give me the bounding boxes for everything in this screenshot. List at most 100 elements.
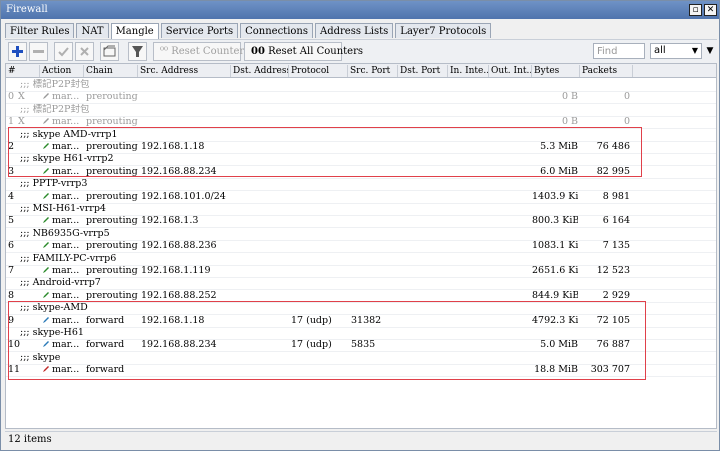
enable-button[interactable] <box>54 42 73 61</box>
comment-row[interactable]: ;;; 標記P2P封包 <box>6 104 716 116</box>
rule-action: mar... <box>52 289 80 301</box>
rule-comment: ;;; Android-vrrp7 <box>20 277 101 289</box>
rules-table: # Action Chain Src. Address Dst. Address… <box>5 63 717 429</box>
comment-row[interactable]: ;;; NB6935G-vrrp5 <box>6 228 716 240</box>
toolbar: ⁰⁰ Reset Counters 00 Reset All Counters … <box>5 39 717 63</box>
rule-action: mar... <box>52 116 80 128</box>
rule-comment: ;;; NB6935G-vrrp5 <box>20 227 110 239</box>
rule-packets: 2 929 <box>602 289 630 301</box>
rule-bytes: 1403.9 KiB <box>532 190 578 202</box>
funnel-icon <box>132 46 143 57</box>
col-out-interface[interactable]: Out. Int... <box>489 65 532 77</box>
check-icon <box>58 47 69 57</box>
rule-src-port <box>351 215 397 227</box>
close-button[interactable]: ✕ <box>704 4 717 16</box>
rule-comment: ;;; FAMILY-PC-vrrp6 <box>20 252 117 264</box>
find-input[interactable] <box>593 43 645 59</box>
col-dst-port[interactable]: Dst. Port <box>398 65 448 77</box>
plus-icon <box>12 46 23 57</box>
rule-comment: ;;; PPTP-vrrp3 <box>20 178 88 190</box>
filter-button[interactable] <box>128 42 147 61</box>
col-in-interface[interactable]: In. Inte... <box>448 65 489 77</box>
rule-action: mar... <box>52 240 80 252</box>
table-row[interactable]: 6mar...prerouting192.168.88.2361083.1 Ki… <box>6 240 716 252</box>
reset-all-icon: 00 <box>251 46 265 57</box>
rule-src-address: 192.168.88.236 <box>141 240 217 252</box>
col-chain[interactable]: Chain <box>84 65 138 77</box>
pencil-icon <box>42 92 50 100</box>
reset-all-counters-button[interactable]: 00 Reset All Counters <box>244 42 363 61</box>
col-protocol[interactable]: Protocol <box>289 65 348 77</box>
rule-src-address: 192.168.101.0/24 <box>141 190 226 202</box>
col-src-address[interactable]: Src. Address <box>138 65 231 77</box>
rule-src-port <box>351 265 397 277</box>
col-packets[interactable]: Packets <box>580 65 633 77</box>
rule-flag <box>18 240 28 252</box>
col-bytes[interactable]: Bytes <box>532 65 580 77</box>
chevron-down-icon[interactable]: ▼ <box>689 44 701 58</box>
add-button[interactable] <box>8 42 27 61</box>
rule-chain: prerouting <box>86 289 138 301</box>
reset-counters-label: Reset Counters <box>171 46 250 57</box>
status-bar: 12 items <box>5 431 717 447</box>
comment-row[interactable]: ;;; 標記P2P封包 <box>6 79 716 91</box>
col-src-port[interactable]: Src. Port <box>348 65 398 77</box>
title-bar[interactable]: Firewall ▫ ✕ <box>1 1 719 19</box>
remove-button[interactable] <box>29 42 48 61</box>
rule-src-port <box>351 240 397 252</box>
rule-packets: 8 981 <box>602 190 630 202</box>
reset-icon: ⁰⁰ <box>160 46 169 57</box>
rule-bytes: 0 B <box>561 91 578 103</box>
table-row[interactable]: 5 mar... prerouting 192.168.1.3 800.3 KiB 6 1… <box>6 215 716 227</box>
comment-row[interactable]: ;;; PPTP-vrrp3 <box>6 178 716 190</box>
col-dst-address[interactable]: Dst. Address <box>231 65 289 77</box>
tab-service-ports[interactable]: Service Ports <box>160 23 239 38</box>
rule-bytes: 844.9 KiB <box>532 289 578 301</box>
rule-packets: 7 135 <box>602 240 630 252</box>
highlight-box-forward-skype <box>8 301 646 380</box>
rule-src-address: 192.168.1.3 <box>141 215 199 227</box>
rule-bytes: 2651.6 KiB <box>532 265 578 276</box>
comment-row[interactable]: ;;; Android-vrrp7 <box>6 277 716 289</box>
rule-src-port <box>351 290 397 302</box>
table-row[interactable]: 0 Xmar... prerouting 0 B0 <box>6 91 716 103</box>
restore-button[interactable]: ▫ <box>689 4 702 16</box>
tab-mangle[interactable]: Mangle <box>110 23 159 39</box>
table-header: # Action Chain Src. Address Dst. Address… <box>6 64 716 78</box>
rule-src-port <box>351 191 397 203</box>
rule-src-address: 192.168.88.252 <box>141 289 217 301</box>
x-icon <box>80 47 89 56</box>
rule-bytes: 800.3 KiB <box>532 215 578 227</box>
pencil-icon <box>42 117 50 125</box>
rule-flag <box>18 290 28 302</box>
rule-src-address <box>141 91 231 103</box>
window-title: Firewall <box>6 4 48 15</box>
comment-row[interactable]: ;;; FAMILY-PC-vrrp6 <box>6 253 716 265</box>
tab-connections[interactable]: Connections <box>240 23 313 38</box>
pencil-icon <box>42 216 50 224</box>
tab-address-lists[interactable]: Address Lists <box>315 23 394 38</box>
rule-protocol <box>291 215 347 227</box>
comment-row[interactable]: ;;; MSI-H61-vrrp4 <box>6 203 716 215</box>
rule-flag <box>18 265 28 277</box>
filter-value: all <box>654 45 666 56</box>
rule-chain: prerouting <box>86 190 138 202</box>
rule-protocol <box>291 290 347 302</box>
reset-counters-button[interactable]: ⁰⁰ Reset Counters <box>153 42 249 61</box>
col-number[interactable]: # <box>6 65 40 77</box>
reset-all-counters-label: Reset All Counters <box>268 46 364 57</box>
tab-filter-rules[interactable]: Filter Rules <box>5 23 75 38</box>
rule-chain: prerouting <box>86 240 138 252</box>
rule-protocol <box>291 240 347 252</box>
menu-arrow-icon[interactable]: ▼ <box>704 43 716 59</box>
comment-button[interactable] <box>100 42 119 61</box>
table-row[interactable]: 4 mar... prerouting 192.168.101.0/24 1403.9 … <box>6 191 716 203</box>
col-action[interactable]: Action <box>40 65 84 77</box>
table-row[interactable]: 7mar...prerouting192.168.1.1192651.6 KiB… <box>6 265 716 277</box>
pencil-icon <box>42 192 50 200</box>
disable-button[interactable] <box>75 42 94 61</box>
table-row[interactable]: 8 mar... prerouting 192.168.88.252 844.9 KiB… <box>6 290 716 302</box>
tab-layer7-protocols[interactable]: Layer7 Protocols <box>395 23 492 38</box>
rule-protocol <box>291 265 347 277</box>
tab-nat[interactable]: NAT <box>76 23 109 38</box>
